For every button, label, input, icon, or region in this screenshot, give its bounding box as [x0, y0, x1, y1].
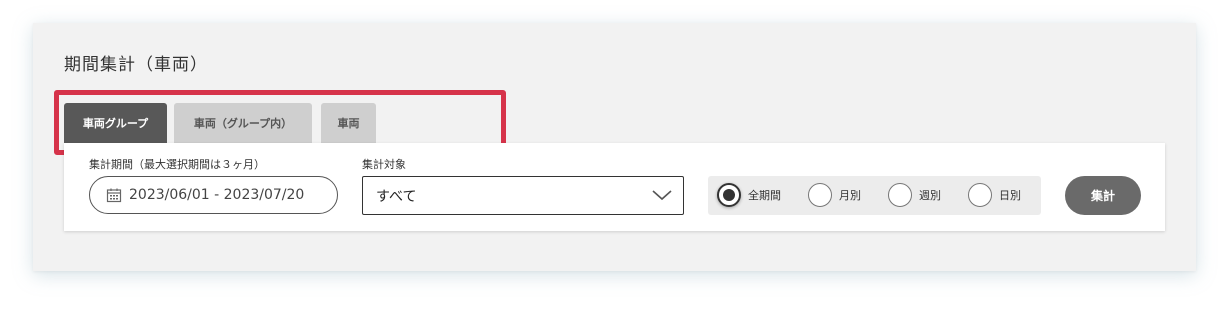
radio-dot-all-period[interactable]	[717, 183, 741, 207]
date-range-input[interactable]: 2023/06/01 - 2023/07/20	[89, 176, 338, 214]
target-select-value: すべて	[376, 188, 417, 205]
tab-vehicle[interactable]: 車両	[321, 103, 376, 143]
radio-monthly[interactable]: 月別	[808, 183, 861, 207]
aggregate-button[interactable]: 集計	[1065, 176, 1141, 215]
calendar-icon	[106, 188, 122, 203]
tab-vehicle-in-group[interactable]: 車両（グループ内）	[174, 103, 312, 143]
radio-daily[interactable]: 日別	[968, 183, 1021, 207]
radio-label-all-period: 全期間	[748, 189, 781, 202]
period-label: 集計期間（最大選択期間は３ヶ月）	[89, 158, 265, 171]
radio-dot-daily[interactable]	[968, 183, 992, 207]
radio-label-daily: 日別	[999, 189, 1021, 202]
radio-dot-weekly[interactable]	[888, 183, 912, 207]
radio-label-weekly: 週別	[919, 189, 941, 202]
date-range-value: 2023/06/01 - 2023/07/20	[129, 187, 305, 203]
filter-card: 集計期間（最大選択期間は３ヶ月） 2023/06/01 - 2023/07/20…	[64, 143, 1165, 231]
radio-all-period[interactable]: 全期間	[717, 183, 781, 207]
target-label: 集計対象	[362, 158, 406, 171]
radio-label-monthly: 月別	[839, 189, 861, 202]
granularity-radio-group: 全期間 月別 週別 日別	[708, 176, 1041, 215]
target-select[interactable]: すべて	[362, 176, 684, 215]
page-title: 期間集計（車両）	[64, 55, 208, 75]
chevron-down-icon	[652, 190, 672, 201]
radio-dot-monthly[interactable]	[808, 183, 832, 207]
tab-vehicle-group[interactable]: 車両グループ	[64, 103, 167, 143]
aggregate-panel: 期間集計（車両） 車両グループ 車両（グループ内） 車両 集計期間（最大選択期間…	[33, 23, 1196, 271]
radio-weekly[interactable]: 週別	[888, 183, 941, 207]
